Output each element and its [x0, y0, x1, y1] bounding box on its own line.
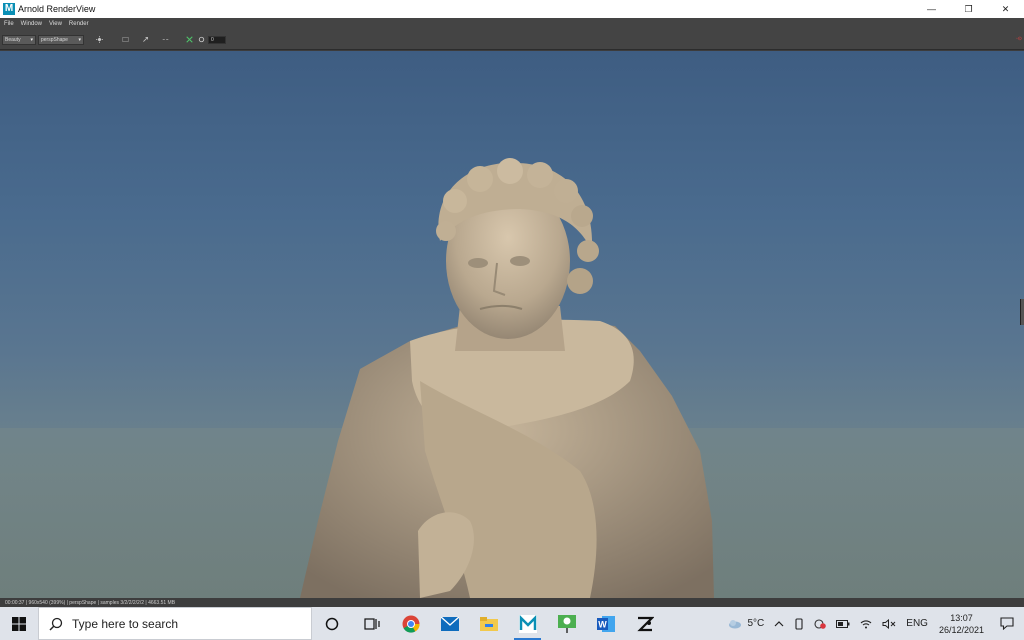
chevron-up-icon — [774, 620, 784, 626]
maya-logo-icon: M — [3, 3, 15, 15]
chevron-down-icon: ▾ — [78, 36, 81, 43]
camera-value: perspShape — [41, 36, 68, 43]
statue-render-image — [300, 158, 714, 598]
clock-time: 13:07 — [950, 612, 973, 623]
render-stats: 00:00:37 | 960x540 (399%) | perspShape |… — [5, 599, 176, 606]
window-title: Arnold RenderView — [18, 4, 96, 14]
notifications-button[interactable] — [990, 607, 1024, 640]
restore-button[interactable]: ❐ — [950, 0, 987, 18]
battery-icon — [836, 619, 850, 628]
presentation-icon — [557, 614, 576, 633]
search-placeholder: Type here to search — [72, 616, 179, 631]
chrome-taskbar-button[interactable] — [391, 607, 430, 640]
speaker-muted-icon — [882, 618, 896, 629]
notification-icon — [1000, 617, 1014, 630]
presentation-taskbar-button[interactable] — [547, 607, 586, 640]
menu-view[interactable]: View — [49, 21, 62, 27]
mail-icon — [440, 616, 459, 631]
render-status-bar: 00:00:37 | 960x540 (399%) | perspShape |… — [0, 598, 1024, 607]
maya-icon — [518, 614, 537, 633]
tray-device-button[interactable] — [789, 607, 809, 640]
svg-text:W: W — [598, 619, 607, 629]
windows-taskbar: Type here to search W 5°C ENG 13:07 26/1… — [0, 607, 1024, 640]
zbrush-icon — [636, 616, 654, 631]
windows-logo-icon — [12, 616, 26, 631]
aov-dropdown[interactable]: Beauty ▾ — [2, 34, 36, 45]
refresh-icon[interactable] — [196, 34, 206, 46]
render-viewport[interactable] — [0, 51, 1024, 598]
file-explorer-taskbar-button[interactable] — [469, 607, 508, 640]
cloud-icon — [729, 619, 742, 628]
camera-dropdown[interactable]: perspShape ▾ — [38, 34, 84, 45]
tray-antivirus-button[interactable] — [809, 607, 831, 640]
weather-widget[interactable]: 5°C — [723, 607, 769, 640]
expand-icon[interactable] — [138, 34, 152, 46]
frame-field[interactable]: 0 — [208, 35, 226, 44]
zbrush-taskbar-button[interactable] — [625, 607, 664, 640]
folder-icon — [479, 617, 498, 631]
title-bar: M Arnold RenderView — ❐ ✕ — [0, 0, 1024, 18]
menu-render[interactable]: Render — [69, 21, 89, 27]
clock[interactable]: 13:07 26/12/2021 — [933, 612, 990, 636]
volume-button[interactable] — [877, 607, 901, 640]
aov-value: Beauty — [5, 36, 21, 43]
cortana-button[interactable] — [312, 607, 352, 640]
weather-temperature: 5°C — [747, 618, 765, 629]
render-toolbar: Beauty ▾ perspShape ▾ 0 ◦⊙ — [0, 30, 1024, 50]
region-icon[interactable] — [118, 34, 132, 46]
menu-file[interactable]: File — [4, 21, 14, 27]
minimize-button[interactable]: — — [913, 0, 950, 18]
mail-taskbar-button[interactable] — [430, 607, 469, 640]
chrome-icon — [402, 615, 420, 633]
cortana-icon — [325, 617, 339, 630]
search-icon — [49, 617, 63, 631]
shield-alert-icon — [814, 618, 827, 629]
clock-date: 26/12/2021 — [938, 624, 984, 635]
sun-icon[interactable] — [92, 34, 106, 46]
close-button[interactable]: ✕ — [987, 0, 1024, 18]
render-play-icon[interactable] — [182, 34, 196, 46]
system-tray: 5°C ENG 13:07 26/12/2021 — [723, 607, 1024, 640]
menu-bar: File Window View Render — [0, 18, 1024, 30]
taskbar-search-box[interactable]: Type here to search — [38, 607, 312, 640]
start-button[interactable] — [0, 607, 38, 640]
chevron-down-icon: ▾ — [30, 36, 33, 43]
language-indicator[interactable]: ENG — [901, 607, 933, 640]
battery-button[interactable] — [831, 607, 855, 640]
task-view-icon — [363, 617, 380, 630]
word-taskbar-button[interactable]: W — [586, 607, 625, 640]
maya-taskbar-button[interactable] — [508, 607, 547, 640]
window-controls: — ❐ ✕ — [913, 0, 1024, 18]
menu-window[interactable]: Window — [21, 21, 42, 27]
wifi-button[interactable] — [855, 607, 877, 640]
side-panel-tab[interactable] — [1020, 299, 1024, 325]
wifi-icon — [860, 619, 872, 628]
usb-device-icon — [795, 617, 803, 630]
compare-icon[interactable] — [158, 34, 172, 46]
show-hidden-icons-button[interactable] — [769, 607, 789, 640]
word-icon: W — [596, 615, 615, 632]
status-indicator-icon: ◦⊙ — [1016, 36, 1022, 42]
task-view-button[interactable] — [352, 607, 391, 640]
